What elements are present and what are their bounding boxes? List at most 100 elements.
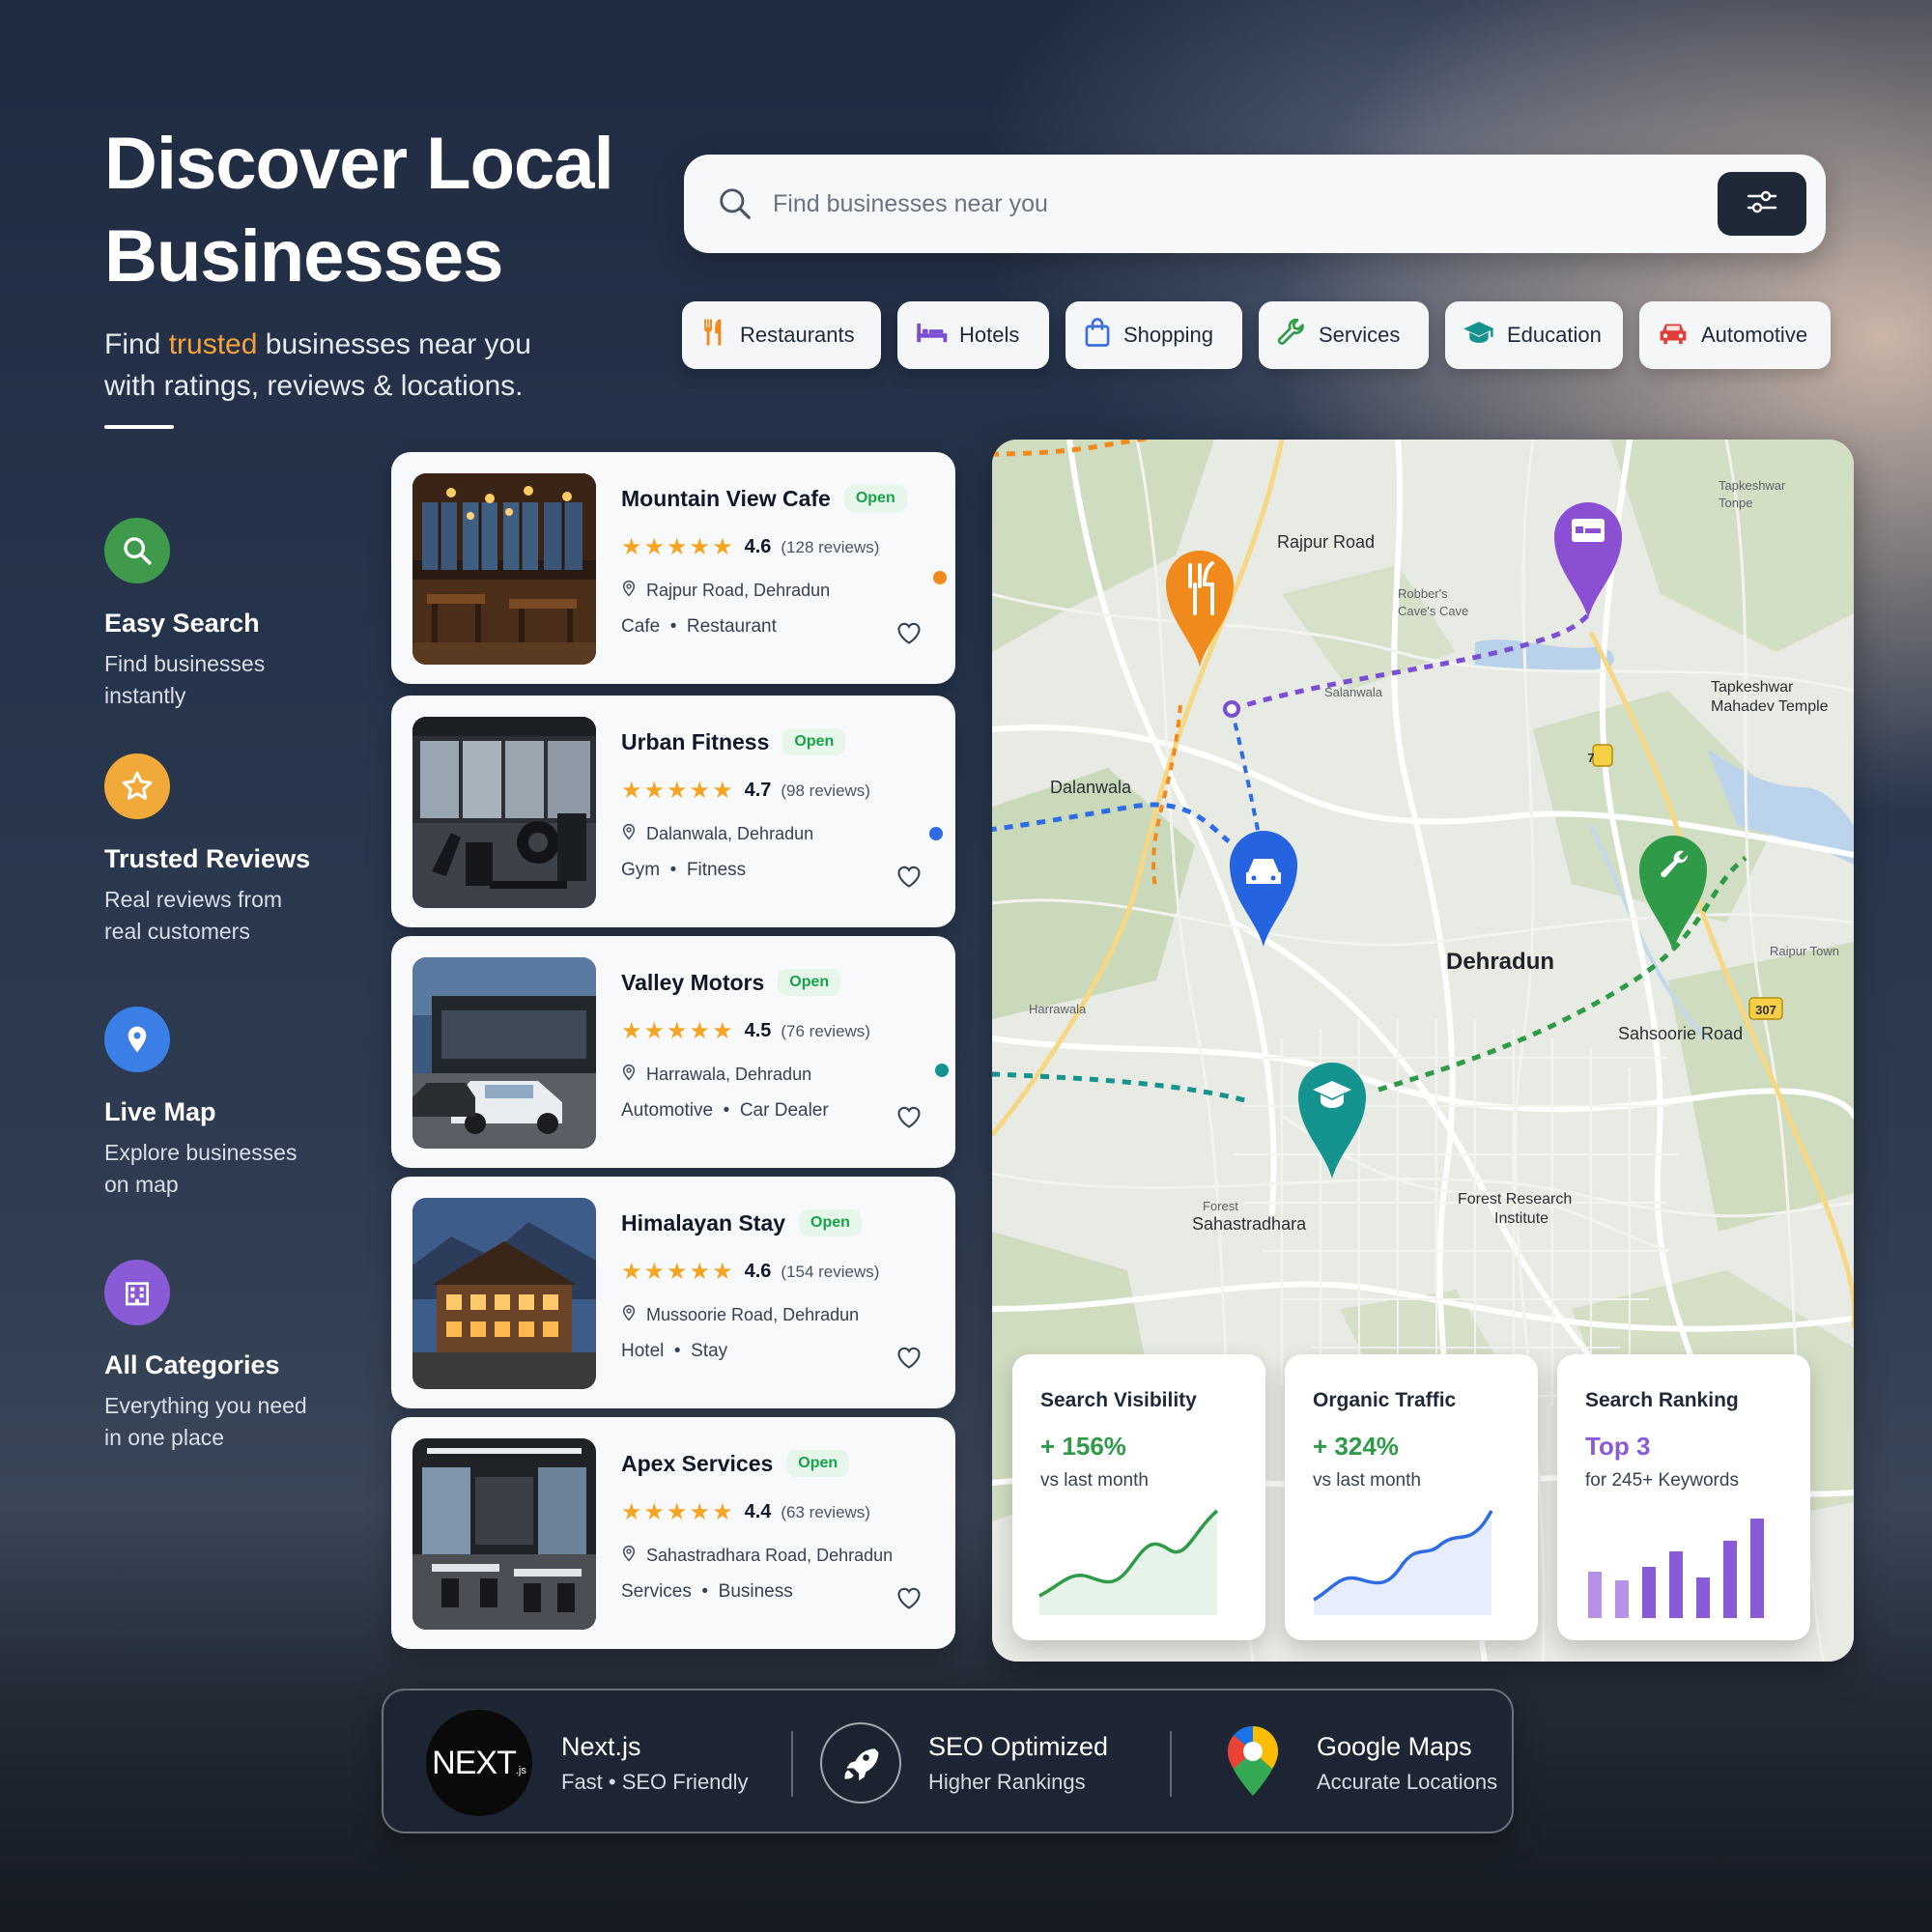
page-title: Discover Local Businesses [104, 118, 645, 303]
search-bar[interactable] [684, 155, 1826, 253]
highway-badge-7: 7 [1587, 751, 1595, 765]
listing-card[interactable]: Apex Services Open ★★★★★ 4.4 (63 reviews) S… [391, 1417, 955, 1649]
rocket-icon [820, 1722, 901, 1804]
review-count[interactable]: (128 reviews) [781, 538, 879, 557]
feature-all-categories: All Categories Everything you need in one… [104, 1260, 394, 1454]
star-rating-icon: ★★★★★ [621, 1259, 735, 1285]
map-label: Raipur Town [1770, 944, 1840, 958]
business-photo-office [412, 1438, 596, 1630]
search-input[interactable] [773, 176, 1604, 232]
feature-title: Live Map [104, 1097, 216, 1126]
review-count[interactable]: (76 reviews) [781, 1022, 870, 1041]
category-label: Education [1507, 323, 1602, 347]
feature-desc: Everything you need in one place [104, 1393, 307, 1450]
stat-label: Search Ranking [1585, 1389, 1739, 1411]
feature-desc: Find businesses instantly [104, 651, 266, 708]
map-label: Forest Research [1458, 1191, 1573, 1208]
footer-title: SEO Optimized [928, 1731, 1109, 1761]
location-pin-icon [621, 823, 637, 845]
star-rating-icon: ★★★★★ [621, 534, 735, 560]
google-maps-icon [1226, 1724, 1280, 1803]
building-icon [104, 1260, 170, 1325]
feature-title: Trusted Reviews [104, 844, 311, 873]
map-label: Tapkeshwar [1719, 478, 1786, 493]
status-badge: Open [786, 1450, 850, 1477]
map-label-dehradun: Dehradun [1446, 949, 1555, 975]
business-photo-car-dealer [412, 957, 596, 1149]
category-services[interactable]: Services [1259, 301, 1429, 369]
ranking-bar [1588, 1572, 1602, 1618]
connector-dot [933, 571, 947, 584]
feature-easy-search: Easy Search Find businesses instantly [104, 518, 394, 712]
ranking-bar [1696, 1577, 1710, 1618]
category-label: Shopping [1123, 323, 1213, 347]
stat-value: + 156% [1040, 1432, 1126, 1461]
heart-icon[interactable] [895, 1345, 923, 1375]
ranking-bar [1750, 1519, 1764, 1618]
subtitle-text: Find [104, 328, 169, 360]
category-automotive[interactable]: Automotive [1639, 301, 1831, 369]
business-name[interactable]: Mountain View Cafe Open [621, 485, 907, 512]
tech-footer-bar: NEXT .js Next.js Fast • SEO Friendly SEO … [382, 1689, 1514, 1833]
category-education[interactable]: Education [1445, 301, 1623, 369]
address: Sahastradhara Road, Dehradun [621, 1545, 893, 1567]
highway-badge-307: 307 [1755, 1003, 1776, 1017]
subtitle-text-end: businesses near you [257, 328, 531, 360]
review-count[interactable]: (63 reviews) [781, 1503, 870, 1522]
heart-icon[interactable] [895, 1104, 923, 1134]
rating: ★★★★★ 4.6 (128 reviews) [621, 533, 879, 561]
review-count[interactable]: (154 reviews) [781, 1263, 879, 1282]
business-name[interactable]: Apex Services Open [621, 1450, 850, 1477]
category-shopping[interactable]: Shopping [1065, 301, 1242, 369]
category-label: Restaurants [740, 323, 855, 347]
title-underline [104, 425, 174, 429]
heart-icon[interactable] [895, 620, 923, 650]
footer-title: Google Maps [1317, 1731, 1472, 1761]
address: Mussoorie Road, Dehradun [621, 1304, 859, 1326]
business-photo-hotel [412, 1198, 596, 1389]
category-hotels[interactable]: Hotels [897, 301, 1049, 369]
stat-card-search-visibility: Search Visibility + 156% vs last month [1012, 1354, 1265, 1640]
map-label: Salanwala [1324, 685, 1382, 699]
business-photo-cafe [412, 473, 596, 665]
stat-label: Organic Traffic [1313, 1389, 1457, 1411]
stat-sub: vs last month [1040, 1470, 1149, 1491]
divider [791, 1731, 793, 1797]
category-tags: Automotive • Car Dealer [621, 1100, 829, 1121]
heart-icon[interactable] [895, 1585, 923, 1615]
location-pin-icon [621, 580, 637, 602]
search-icon [717, 185, 753, 227]
car-icon [1657, 319, 1690, 352]
listing-card[interactable]: Mountain View Cafe Open ★★★★★ 4.6 (128 revi… [391, 452, 955, 684]
footer-sub: Accurate Locations [1317, 1769, 1498, 1794]
category-tags: Gym • Fitness [621, 860, 747, 880]
rating: ★★★★★ 4.5 (76 reviews) [621, 1017, 870, 1045]
location-pin-icon [621, 1304, 637, 1326]
divider [1170, 1731, 1172, 1797]
feature-trusted-reviews: Trusted Reviews Real reviews from real cu… [104, 753, 394, 948]
star-rating-icon: ★★★★★ [621, 778, 735, 804]
heart-icon[interactable] [895, 864, 923, 894]
listing-card[interactable]: Valley Motors Open ★★★★★ 4.5 (76 reviews) H… [391, 936, 955, 1168]
rating: ★★★★★ 4.4 (63 reviews) [621, 1498, 870, 1526]
business-name[interactable]: Valley Motors Open [621, 969, 841, 996]
business-name[interactable]: Himalayan Stay Open [621, 1209, 862, 1236]
shopping-bag-icon [1083, 317, 1112, 354]
listing-card[interactable]: Urban Fitness Open ★★★★★ 4.7 (98 reviews) D… [391, 696, 955, 927]
review-count[interactable]: (98 reviews) [781, 781, 870, 801]
status-badge: Open [778, 969, 841, 996]
page-title-line-2: Businesses [104, 215, 503, 298]
map-label: Tapkeshwar [1711, 679, 1794, 696]
rating-value: 4.6 [744, 536, 772, 557]
map-label: Institute [1494, 1210, 1549, 1227]
graduation-cap-icon [1463, 319, 1495, 352]
feature-desc: Real reviews from real customers [104, 887, 283, 944]
listing-card[interactable]: Himalayan Stay Open ★★★★★ 4.6 (154 reviews)… [391, 1177, 955, 1408]
footer-item-nextjs: NEXT .js Next.js Fast • SEO Friendly [426, 1690, 749, 1835]
business-name[interactable]: Urban Fitness Open [621, 728, 846, 755]
filter-button[interactable] [1718, 172, 1806, 236]
business-photo-gym [412, 717, 596, 908]
footer-sub: Fast • SEO Friendly [561, 1769, 749, 1794]
star-rating-icon: ★★★★★ [621, 1499, 735, 1525]
category-restaurants[interactable]: Restaurants [682, 301, 881, 369]
